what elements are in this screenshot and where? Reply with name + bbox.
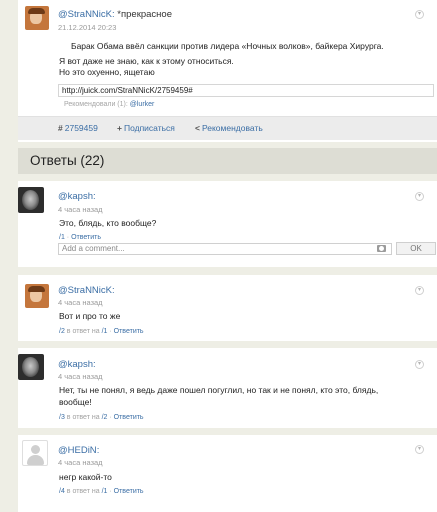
comment-number-link[interactable]: /1 [59,234,65,241]
comment-item: @kapsh: 4 часа назад ▾ Нет, ты не понял,… [18,348,437,428]
in-reply-label: в ответ на [66,488,100,495]
comment-item: @StraNNicK: 4 часа назад ▾ Вот и про то … [18,275,437,341]
comment-text: Это, блядь, кто вообще? [59,218,157,228]
in-reply-to-link[interactable]: /1 [102,328,108,335]
ok-button[interactable]: OK [396,242,436,255]
chevron-down-icon[interactable]: ▾ [415,286,424,295]
comment-item: @HEDiN: 4 часа назад ▾ негр какой-то /4 … [18,435,437,512]
comment-time: 4 часа назад [58,372,103,381]
chevron-down-icon[interactable]: ▾ [415,360,424,369]
comment-text-line-2: вообще! [59,397,92,407]
camera-icon[interactable] [377,245,386,252]
reply-link[interactable]: Ответить [71,234,101,241]
post-text-line-3: Но это охуенно, ящетаю [59,67,155,77]
reply-link[interactable]: Ответить [114,414,144,421]
add-comment-input[interactable]: Add a comment... [58,243,392,255]
commenter-avatar[interactable] [18,354,44,380]
comment-header: @StraNNicK: [58,285,115,296]
comment-time: 4 часа назад [58,205,103,214]
post-id-label: 2759459 [64,123,98,133]
comment-meta: /1 · Ответить [59,234,101,241]
in-reply-label: в ответ на [66,328,100,335]
answers-title: Ответы (22) [30,153,105,168]
subscribe-label: Подписаться [123,123,175,133]
in-reply-to-link[interactable]: /1 [102,488,108,495]
comment-header: @kapsh: [58,191,96,202]
commenter-avatar[interactable] [25,284,49,308]
share-icon: < [195,123,200,133]
post-actions-bar: #2759459 + Подписаться < Рекомендовать [18,116,437,140]
post-tag-link[interactable]: *прекрасное [117,9,172,20]
comment-author-colon: : [93,359,96,370]
comment-author-link[interactable]: @StraNNicK [58,285,112,296]
reply-link[interactable]: Ответить [114,328,144,335]
comment-text-line-1: Нет, ты не понял, я ведь даже пошел погу… [59,385,379,395]
comment-meta: /2 в ответ на /1 · Ответить [59,328,144,335]
plus-icon: + [117,123,122,133]
post-date: 21.12.2014 20:23 [58,23,117,32]
recommended-by: Рекомендовали (1): @lurker [64,101,154,108]
commenter-avatar[interactable] [18,187,44,213]
subscribe-button[interactable]: + Подписаться [117,123,175,133]
post-author-link[interactable]: @StraNNicK [58,9,112,20]
post-text-line-1: Барак Обама ввёл санкции против лидера «… [71,41,384,51]
post-url-field[interactable]: http://juick.com/StraNNicK/2759459# [58,84,434,97]
answers-header: Ответы (22) [18,148,437,174]
hash-icon: # [58,123,63,133]
comment-text: негр какой-то [59,472,112,482]
comment-number-link[interactable]: /4 [59,488,65,495]
chevron-down-icon[interactable]: ▾ [415,192,424,201]
comment-time: 4 часа назад [58,298,103,307]
post-author-colon: : [112,9,115,20]
reply-link[interactable]: Ответить [114,488,144,495]
in-reply-label: в ответ на [66,414,100,421]
chevron-down-icon[interactable]: ▾ [415,10,424,19]
comment-header: @kapsh: [58,359,96,370]
comment-meta: /4 в ответ на /1 · Ответить [59,488,144,495]
recommended-label: Рекомендовали (1): [64,101,128,108]
comment-header: @HEDiN: [58,445,99,456]
comment-author-link[interactable]: @kapsh [58,191,93,202]
recommended-user-link[interactable]: @lurker [130,101,155,108]
recommend-label: Рекомендовать [201,123,263,133]
comment-author-link[interactable]: @HEDiN [58,445,97,456]
comment-number-link[interactable]: /2 [59,328,65,335]
recommend-button[interactable]: < Рекомендовать [195,123,263,133]
comment-time: 4 часа назад [58,458,103,467]
comment-author-link[interactable]: @kapsh [58,359,93,370]
commenter-avatar[interactable] [22,440,48,466]
comment-author-colon: : [96,445,100,456]
comment-author-colon: : [112,285,115,296]
comment-number-link[interactable]: /3 [59,414,65,421]
author-avatar[interactable] [25,6,49,30]
comment-text: Вот и про то же [59,311,121,321]
chevron-down-icon[interactable]: ▾ [415,445,424,454]
post-id-link[interactable]: #2759459 [58,123,98,133]
comment-meta: /3 в ответ на /2 · Ответить [59,414,144,421]
comment-item: @kapsh: 4 часа назад ▾ Это, блядь, кто в… [18,181,437,267]
post-header: @StraNNicK: *прекрасное [58,9,172,20]
comment-author-colon: : [93,191,96,202]
in-reply-to-link[interactable]: /2 [102,414,108,421]
